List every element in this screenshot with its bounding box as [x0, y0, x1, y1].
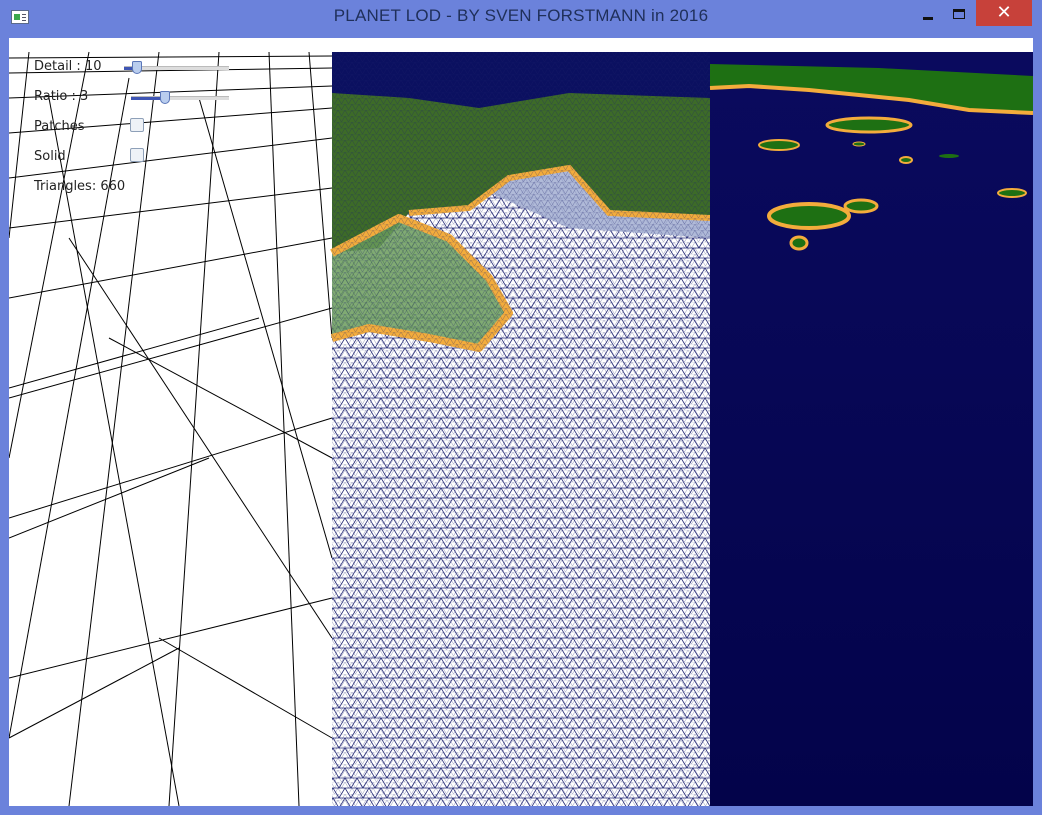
app-window: PLANET LOD - BY SVEN FORSTMANN in 2016 ✕	[0, 0, 1042, 815]
detail-slider[interactable]	[124, 61, 229, 74]
close-button[interactable]: ✕	[976, 0, 1032, 26]
maximize-button[interactable]	[944, 0, 974, 27]
triangles-count: Triangles: 660	[34, 179, 126, 194]
solid-checkbox[interactable]	[130, 148, 144, 162]
lod-controls-panel: Detail : 10 Ratio : 3 Patches Solid Tria…	[9, 38, 249, 208]
window-title: PLANET LOD - BY SVEN FORSTMANN in 2016	[333, 6, 709, 25]
render-viewport[interactable]: Detail : 10 Ratio : 3 Patches Solid Tria…	[9, 38, 1033, 806]
patches-label: Patches	[34, 119, 85, 134]
minimize-icon	[923, 17, 933, 20]
minimize-button[interactable]	[910, 0, 946, 27]
title-bar[interactable]: PLANET LOD - BY SVEN FORSTMANN in 2016 ✕	[0, 0, 1042, 37]
ratio-slider-thumb[interactable]	[160, 91, 171, 104]
detail-slider-thumb[interactable]	[131, 61, 142, 74]
solid-label: Solid	[34, 149, 66, 164]
close-icon: ✕	[996, 2, 1012, 23]
patches-checkbox[interactable]	[130, 118, 144, 132]
ratio-slider[interactable]	[131, 91, 229, 104]
detail-label: Detail : 10	[34, 59, 102, 74]
maximize-icon	[953, 8, 965, 19]
ratio-label: Ratio : 3	[34, 89, 89, 104]
textured-mesh-panel	[330, 52, 711, 806]
solid-ocean-panel	[709, 52, 1033, 806]
